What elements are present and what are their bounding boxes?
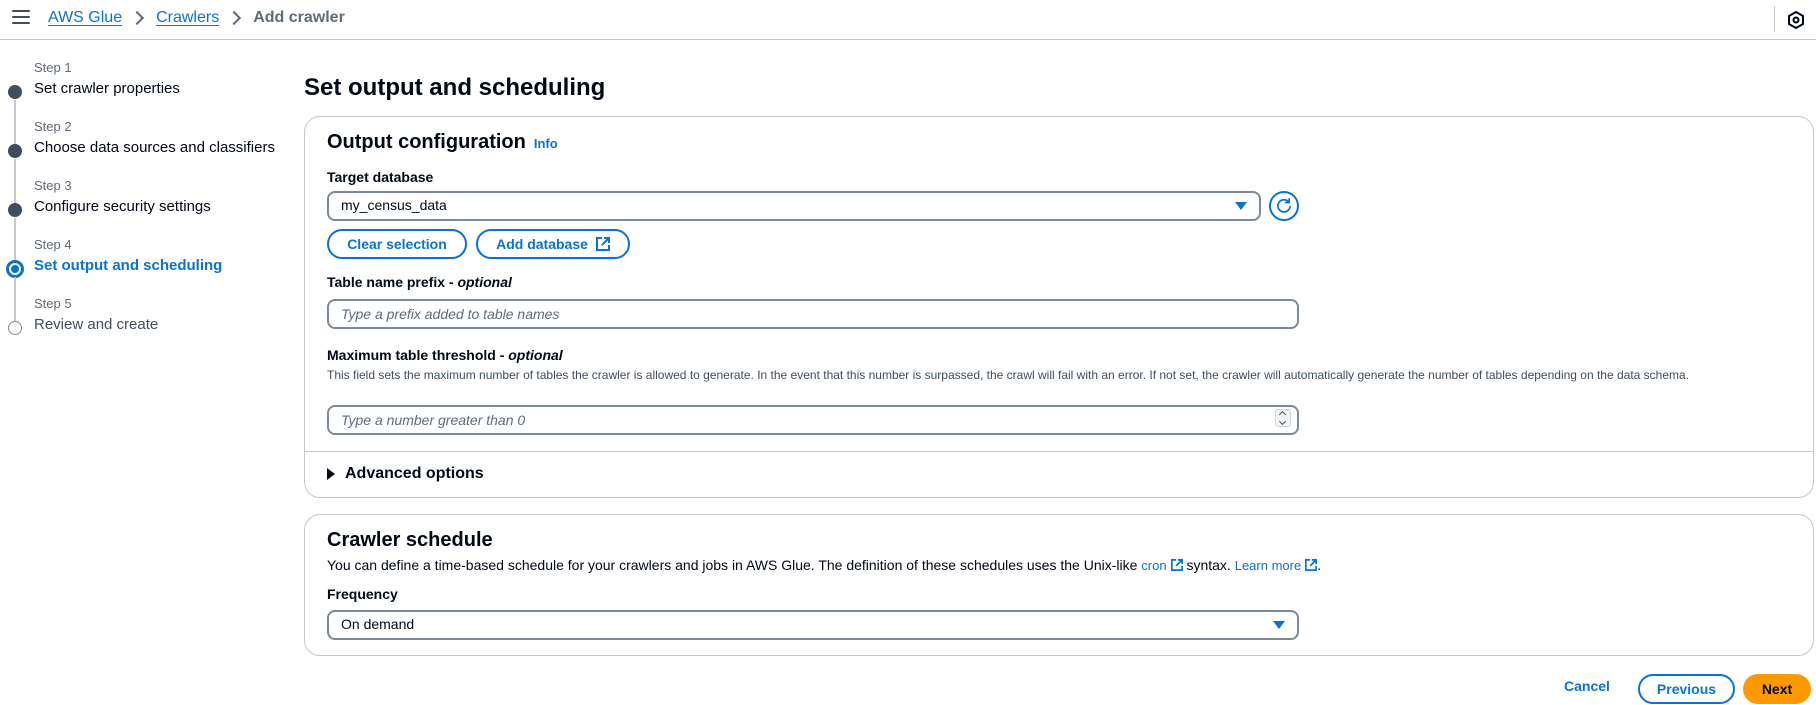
page-title: Set output and scheduling (304, 74, 606, 101)
step-title: Configure security settings (34, 198, 211, 215)
table-prefix-label: Table name prefix - optional (327, 274, 512, 290)
chevron-right-icon (130, 10, 145, 26)
target-database-value: my_census_data (341, 197, 447, 213)
optional-tag: optional (508, 347, 563, 363)
step-1[interactable]: Step 1 Set crawler properties (0, 58, 290, 144)
step-2[interactable]: Step 2 Choose data sources and classifie… (0, 117, 290, 203)
external-link-icon (1170, 559, 1183, 571)
step-label: Step 3 (34, 178, 72, 193)
learn-more-link[interactable]: Learn more (1234, 558, 1318, 573)
caret-down-icon (1273, 621, 1285, 629)
step-title: Set output and scheduling (34, 257, 223, 274)
output-configuration-heading: Output configuration Info (327, 131, 558, 154)
caret-down-icon (1235, 202, 1247, 210)
info-link[interactable]: Info (534, 136, 558, 151)
advanced-options-label: Advanced options (345, 465, 484, 482)
optional-tag: optional (457, 274, 512, 290)
schedule-desc-text: You can define a time-based schedule for… (327, 557, 1142, 573)
step-current-dot (6, 260, 24, 278)
step-complete-dot (8, 144, 22, 158)
section-divider (305, 451, 1813, 452)
breadcrumb: AWS Glue Crawlers Add crawler (48, 8, 345, 28)
step-3[interactable]: Step 3 Configure security settings (0, 176, 290, 262)
wizard-steps: Step 1 Set crawler properties Step 2 Cho… (0, 58, 290, 353)
max-threshold-label-text: Maximum table threshold - (327, 347, 509, 363)
schedule-desc-end: . (1317, 557, 1322, 573)
step-title: Review and create (34, 316, 159, 333)
step-5: Step 5 Review and create (0, 294, 290, 353)
breadcrumb-current: Add crawler (253, 9, 345, 26)
step-complete-dot (8, 85, 22, 99)
step-4: Step 4 Set output and scheduling (0, 235, 290, 321)
cron-link[interactable]: cron (1141, 558, 1183, 573)
cron-link-text: cron (1141, 558, 1167, 573)
cancel-button[interactable]: Cancel (1564, 678, 1610, 694)
step-label: Step 4 (34, 237, 72, 252)
step-title: Set crawler properties (34, 80, 180, 97)
schedule-desc-mid: syntax. (1182, 557, 1235, 573)
chevron-right-icon (227, 10, 242, 26)
max-threshold-description: This field sets the maximum number of ta… (327, 368, 1690, 382)
add-database-button[interactable]: Add database (476, 229, 630, 259)
next-button[interactable]: Next (1743, 674, 1811, 704)
menu-icon[interactable] (12, 10, 30, 26)
output-heading-text: Output configuration (327, 131, 526, 153)
frequency-value: On demand (341, 616, 415, 632)
advanced-options-toggle[interactable]: Advanced options (327, 465, 484, 483)
max-threshold-label: Maximum table threshold - optional (327, 347, 563, 363)
hexagon-settings-icon[interactable] (1786, 10, 1806, 30)
table-prefix-input[interactable] (327, 299, 1299, 329)
crawler-schedule-panel: Crawler schedule You can define a time-b… (304, 514, 1814, 656)
number-stepper-icon[interactable] (1275, 409, 1291, 427)
schedule-description: You can define a time-based schedule for… (327, 557, 1321, 573)
frequency-label: Frequency (327, 586, 398, 602)
step-pending-dot (8, 321, 22, 335)
table-prefix-label-text: Table name prefix - (327, 274, 458, 290)
target-database-select[interactable]: my_census_data (327, 191, 1261, 221)
clear-selection-button[interactable]: Clear selection (327, 229, 467, 259)
learn-more-text: Learn more (1234, 558, 1302, 573)
breadcrumb-aws-glue[interactable]: AWS Glue (48, 9, 122, 27)
divider (1774, 6, 1775, 32)
refresh-icon[interactable] (1269, 191, 1299, 221)
step-label: Step 1 (34, 60, 72, 75)
top-navigation: AWS Glue Crawlers Add crawler (0, 0, 1816, 40)
add-database-label: Add database (496, 236, 588, 252)
step-label: Step 5 (34, 296, 72, 311)
output-configuration-panel: Output configuration Info Target database… (304, 116, 1814, 498)
external-link-icon (595, 237, 610, 251)
max-threshold-input[interactable] (327, 405, 1299, 435)
caret-right-icon (327, 468, 335, 480)
max-threshold-wrapper (327, 405, 1299, 435)
crawler-schedule-heading: Crawler schedule (327, 529, 493, 551)
previous-button[interactable]: Previous (1638, 674, 1735, 704)
frequency-select[interactable]: On demand (327, 610, 1299, 640)
step-label: Step 2 (34, 119, 72, 134)
step-complete-dot (8, 203, 22, 217)
external-link-icon (1305, 559, 1318, 571)
step-title: Choose data sources and classifiers (34, 139, 275, 156)
breadcrumb-crawlers[interactable]: Crawlers (156, 9, 219, 27)
target-database-label: Target database (327, 169, 434, 185)
